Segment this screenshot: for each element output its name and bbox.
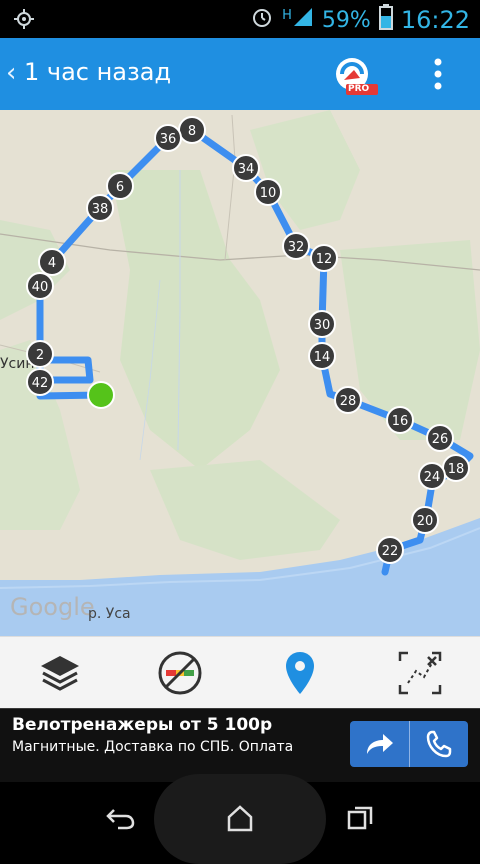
route-marker-label: 22 [382, 544, 399, 559]
route-marker-label: 12 [316, 252, 333, 267]
route-marker-8[interactable]: 8 [178, 116, 206, 144]
battery-icon [378, 4, 393, 36]
route-marker-label: 30 [314, 318, 331, 333]
ad-banner[interactable]: Велотренажеры от 5 100р Магнитные. Доста… [0, 708, 480, 783]
battery-percent: 59% [321, 7, 371, 33]
home-nav-button[interactable] [214, 796, 266, 840]
ad-title: Велотренажеры от 5 100р [12, 715, 273, 735]
route-marker-label: 14 [314, 350, 331, 365]
route-marker-label: 34 [238, 162, 255, 177]
forward-arrow-icon [367, 734, 394, 754]
route-marker-16[interactable]: 16 [386, 406, 414, 434]
ad-actions [350, 721, 468, 767]
route-marker-label: 8 [188, 124, 196, 139]
route-marker-label: 24 [424, 470, 441, 485]
route-marker-10[interactable]: 10 [254, 178, 282, 206]
recents-icon [347, 806, 373, 830]
location-pin-icon [286, 652, 314, 694]
overflow-menu-button[interactable] [424, 52, 452, 96]
system-nav-bar [0, 774, 480, 864]
route-marker-label: 40 [32, 280, 49, 295]
pro-badge: PRO [348, 84, 370, 94]
network-type: H [282, 7, 292, 23]
layers-icon [41, 656, 79, 691]
route-marker-24[interactable]: 24 [418, 462, 446, 490]
route-marker-38[interactable]: 38 [86, 194, 114, 222]
route-marker-26[interactable]: 26 [426, 424, 454, 452]
measure-route-button[interactable] [392, 645, 448, 701]
ad-call-button[interactable] [410, 721, 469, 767]
route-marker-34[interactable]: 34 [232, 154, 260, 182]
home-icon [227, 805, 253, 832]
route-marker-label: 38 [92, 202, 109, 217]
route-marker-14[interactable]: 14 [308, 342, 336, 370]
back-icon [106, 809, 135, 830]
route-marker-32[interactable]: 32 [282, 232, 310, 260]
route-marker-2[interactable]: 2 [26, 340, 54, 368]
route-marker-label: 18 [448, 462, 465, 477]
traffic-toggle-button[interactable] [152, 645, 208, 701]
route-marker-18[interactable]: 18 [442, 454, 470, 482]
route-marker-6[interactable]: 6 [106, 172, 134, 200]
phone-icon [426, 730, 451, 758]
back-nav-button[interactable] [94, 796, 146, 840]
route-marker-label: 16 [392, 414, 409, 429]
ad-text: Магнитные. Доставка по СПБ. Оплата [12, 739, 294, 755]
app-bar: ‹ 1 час назад PRO [0, 38, 480, 110]
route-marker-4[interactable]: 4 [38, 248, 66, 276]
alarm-icon [250, 5, 274, 35]
route-marker-12[interactable]: 12 [310, 244, 338, 272]
back-button[interactable]: ‹ [6, 58, 16, 88]
route-marker-label: 42 [32, 376, 49, 391]
layers-button[interactable] [32, 645, 88, 701]
clock: 16:22 [400, 6, 470, 34]
route-marker-label: 20 [417, 514, 434, 529]
route-marker-42[interactable]: 42 [26, 368, 54, 396]
route-measure-icon [398, 651, 442, 695]
status-bar: H 59% 16:22 [0, 0, 480, 38]
no-traffic-icon [158, 651, 202, 695]
page-title: 1 час назад [24, 58, 172, 86]
route-marker-28[interactable]: 28 [334, 386, 362, 414]
signal-icon [292, 6, 314, 34]
app-logo: PRO [334, 56, 380, 96]
route-marker-label: 10 [260, 186, 277, 201]
route-marker-label: 2 [36, 348, 44, 363]
route-marker-22[interactable]: 22 [376, 536, 404, 564]
route-marker-label: 32 [288, 240, 305, 255]
map-toolbar [0, 636, 480, 709]
route-marker-30[interactable]: 30 [308, 310, 336, 338]
route-marker-label: 4 [48, 256, 56, 271]
route-marker-40[interactable]: 40 [26, 272, 54, 300]
route-marker-20[interactable]: 20 [411, 506, 439, 534]
route-marker-label: 28 [340, 394, 357, 409]
ad-share-button[interactable] [350, 721, 409, 767]
map-view[interactable]: Google р. Уса Усин 8 36 34 6 10 38 32 4 12 40 30 2 1… [0, 110, 480, 636]
my-location-button[interactable] [272, 645, 328, 701]
route-marker-36[interactable]: 36 [154, 124, 182, 152]
route-marker-label: 36 [160, 132, 177, 147]
route-marker-label: 26 [432, 432, 449, 447]
route-markers: 8 36 34 6 10 38 32 4 12 40 30 2 14 42 28 16 26 18 24 20 22 [26, 116, 470, 564]
recents-nav-button[interactable] [334, 796, 386, 840]
route-marker-label: 6 [116, 180, 124, 195]
gps-icon [14, 9, 34, 33]
